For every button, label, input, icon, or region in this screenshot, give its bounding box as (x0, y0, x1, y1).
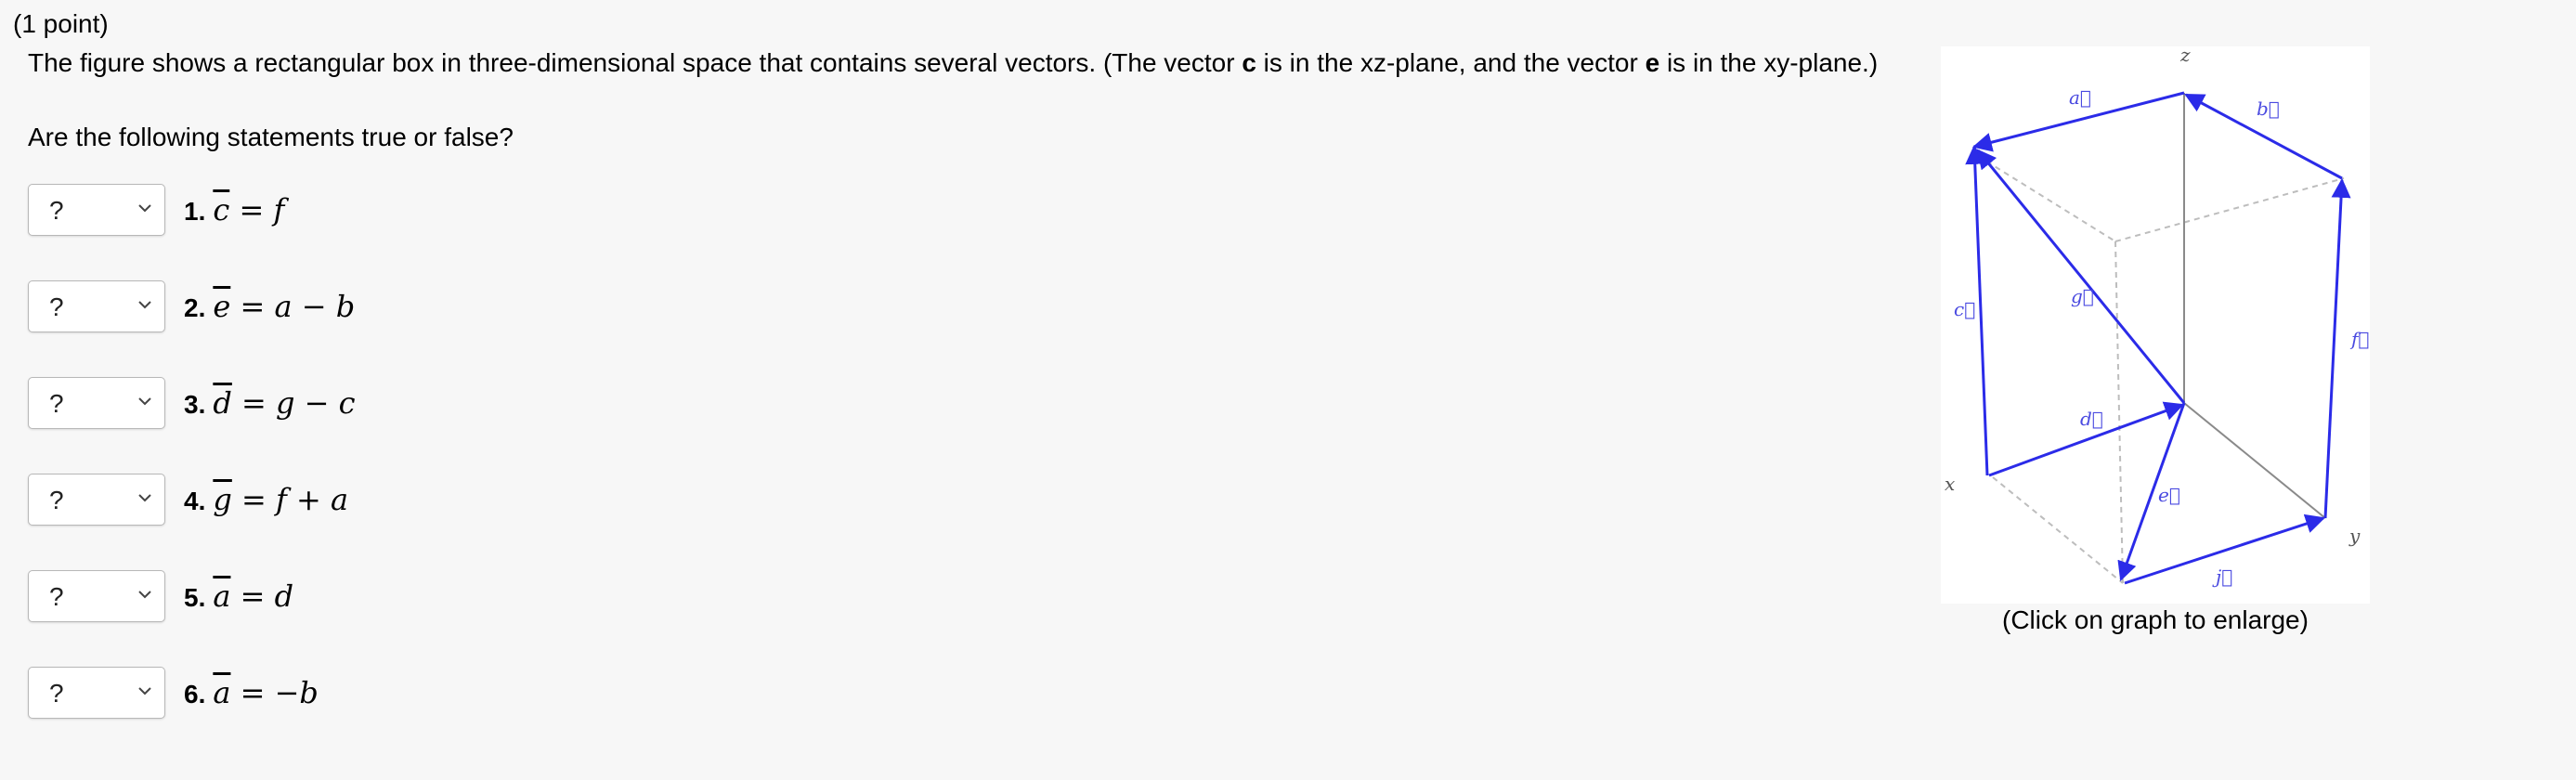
problem-prompt: The figure shows a rectangular box in th… (28, 48, 1879, 77)
chevron-down-icon (138, 204, 151, 213)
select-value: ? (49, 582, 64, 611)
select-value: ? (49, 196, 64, 225)
true-false-select[interactable]: ? (28, 184, 165, 236)
label-vector-c: c⃗ (1954, 298, 1975, 320)
vector-c (1965, 144, 1989, 476)
true-false-select[interactable]: ? (28, 377, 165, 429)
vector-diagram: a⃗ b⃗ c⃗ g⃗ f⃗ d⃗ e⃗ j⃗ z x y (1945, 44, 2369, 588)
statement-6: 6. a = −b (184, 675, 319, 710)
label-vector-g: g⃗ (2071, 285, 2094, 307)
statement-row: ? 5. a = d (28, 570, 293, 622)
statement-4: 4. g = f + a (184, 482, 349, 517)
true-false-select[interactable]: ? (28, 474, 165, 526)
statement-1: 1. c = f (184, 192, 285, 228)
chevron-down-icon (138, 301, 151, 309)
label-vector-a: a⃗ (2069, 86, 2091, 109)
true-false-select[interactable]: ? (28, 667, 165, 719)
statement-row: ? 3. d = g − c (28, 377, 356, 429)
statement-5: 5. a = d (184, 578, 294, 614)
figure-caption[interactable]: (Click on graph to enlarge) (2002, 605, 2309, 635)
box-hidden-edges (1977, 155, 2345, 584)
chevron-down-icon (138, 687, 151, 696)
label-vector-d: d⃗ (2080, 408, 2103, 430)
vector-g (1976, 149, 2186, 404)
statement-2: 2. e = a − b (184, 289, 356, 324)
statement-3: 3. d = g − c (184, 385, 356, 421)
vector-f (2323, 177, 2351, 519)
chevron-down-icon (138, 494, 151, 502)
true-false-select[interactable]: ? (28, 570, 165, 622)
label-vector-e: e⃗ (2158, 484, 2180, 506)
vectors (1965, 91, 2351, 585)
axis-label-y: y (2348, 525, 2361, 547)
statement-row: ? 6. a = −b (28, 667, 319, 719)
vector-box-figure[interactable]: a⃗ b⃗ c⃗ g⃗ f⃗ d⃗ e⃗ j⃗ z x y (1941, 44, 2370, 604)
label-vector-f: f⃗ (2349, 328, 2369, 350)
label-vector-b: b⃗ (2257, 98, 2280, 120)
select-value: ? (49, 389, 64, 418)
question-text: Are the following statements true or fal… (28, 123, 514, 151)
select-value: ? (49, 292, 64, 321)
statement-row: ? 2. e = a − b (28, 280, 355, 332)
points-label: (1 point) (13, 9, 109, 38)
axis-label-x: x (1945, 473, 1955, 495)
true-false-select[interactable]: ? (28, 280, 165, 332)
chevron-down-icon (138, 397, 151, 406)
statement-row: ? 1. c = f (28, 184, 284, 236)
select-value: ? (49, 679, 64, 708)
label-vector-j: j⃗ (2212, 566, 2232, 588)
axis-label-z: z (2179, 46, 2191, 66)
statement-row: ? 4. g = f + a (28, 474, 348, 526)
chevron-down-icon (138, 591, 151, 599)
select-value: ? (49, 486, 64, 514)
